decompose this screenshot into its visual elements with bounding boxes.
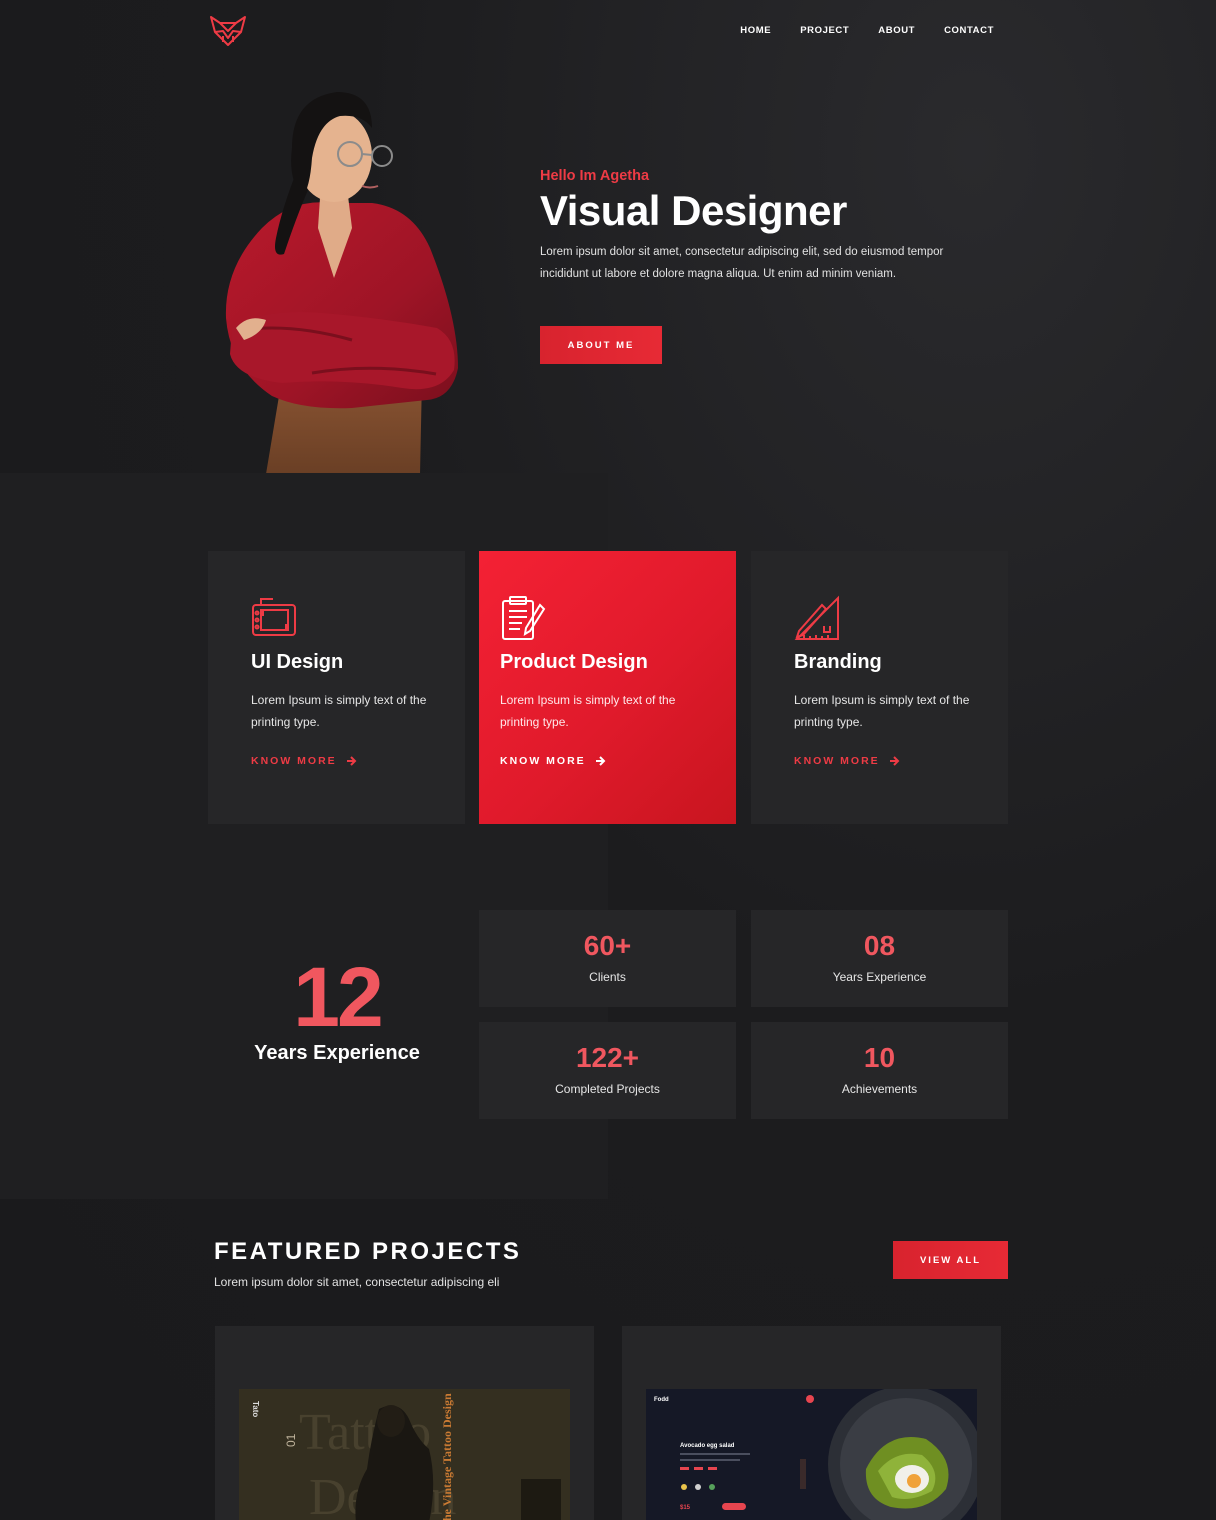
clipboard-icon xyxy=(502,596,546,640)
featured-title: FEATURED PROJECTS xyxy=(214,1238,522,1265)
stat-years-experience: 08 Years Experience xyxy=(751,910,1008,1007)
tablet-icon xyxy=(252,598,296,636)
nav-home[interactable]: HOME xyxy=(740,25,771,36)
project-brand: Tato xyxy=(251,1401,260,1417)
stat-label: Completed Projects xyxy=(555,1082,660,1096)
ruler-pencil-icon xyxy=(794,595,839,640)
project-side-title: The Vintage Tattoo Design xyxy=(440,1393,454,1520)
arrow-right-icon xyxy=(346,756,357,766)
project-card-food[interactable]: Fodd Avocado egg salad $15 xyxy=(622,1326,1001,1520)
featured-subtitle: Lorem ipsum dolor sit amet, consectetur … xyxy=(214,1275,500,1289)
project-brand: Fodd xyxy=(654,1397,669,1403)
project-number: 01 xyxy=(284,1433,298,1447)
tattoo-project-thumbnail: Tattoo Design Tato 01 The Vintage Tattoo… xyxy=(239,1389,570,1520)
stat-label: Achievements xyxy=(841,1082,918,1096)
nav-project[interactable]: PROJECT xyxy=(800,25,849,36)
know-more-label: KNOW MORE xyxy=(500,755,586,767)
service-card-branding[interactable]: Branding Lorem Ipsum is simply text of t… xyxy=(751,551,1008,824)
service-text: Lorem Ipsum is simply text of the printi… xyxy=(794,693,970,729)
nav-about[interactable]: ABOUT xyxy=(878,25,915,36)
know-more-link[interactable]: KNOW MORE xyxy=(251,755,465,767)
view-all-button[interactable]: VIEW ALL xyxy=(893,1241,1008,1279)
know-more-link[interactable]: KNOW MORE xyxy=(500,755,736,767)
hero-description: Lorem ipsum dolor sit amet, consectetur … xyxy=(540,246,944,280)
hero-portrait-image xyxy=(225,92,458,474)
stat-label: Years Experience xyxy=(832,970,927,984)
know-more-link[interactable]: KNOW MORE xyxy=(794,755,1008,767)
dish-title: Avocado egg salad xyxy=(680,1443,735,1449)
main-nav: HOME PROJECT ABOUT CONTACT xyxy=(740,25,994,36)
experience-number: 12 xyxy=(293,950,383,1044)
nav-contact[interactable]: CONTACT xyxy=(944,25,994,36)
service-title: UI Design xyxy=(251,651,344,673)
service-card-ui-design[interactable]: UI Design Lorem Ipsum is simply text of … xyxy=(208,551,465,824)
hero-text: Hello Im Agetha Visual Designer Lorem ip… xyxy=(540,168,970,285)
arrow-right-icon xyxy=(889,756,900,766)
dish-price: $15 xyxy=(680,1505,691,1511)
stat-number: 60+ xyxy=(583,930,632,961)
service-text: Lorem Ipsum is simply text of the printi… xyxy=(251,693,427,729)
know-more-label: KNOW MORE xyxy=(251,755,337,767)
hero-title: Visual Designer xyxy=(540,187,847,234)
arrow-right-icon xyxy=(595,756,606,766)
service-title: Product Design xyxy=(500,651,648,673)
stat-label: Clients xyxy=(589,970,626,984)
stat-number: 08 xyxy=(863,930,896,961)
experience-highlight: 12 Years Experience xyxy=(208,952,466,1065)
food-project-thumbnail: Fodd Avocado egg salad $15 xyxy=(646,1389,977,1520)
service-title: Branding xyxy=(794,651,882,673)
stat-achievements: 10 Achievements xyxy=(751,1022,1008,1119)
stat-clients: 60+ Clients xyxy=(479,910,736,1007)
know-more-label: KNOW MORE xyxy=(794,755,880,767)
stat-number: 10 xyxy=(863,1042,896,1073)
service-card-product-design[interactable]: Product Design Lorem Ipsum is simply tex… xyxy=(479,551,736,824)
project-card-tattoo[interactable]: Tattoo Design Tato 01 The Vintage Tattoo… xyxy=(215,1326,594,1520)
fox-logo-icon[interactable] xyxy=(209,14,247,48)
stat-number: 122+ xyxy=(575,1042,640,1073)
experience-label: Years Experience xyxy=(254,1042,420,1064)
hero-greeting: Hello Im Agetha xyxy=(540,168,650,184)
stat-completed-projects: 122+ Completed Projects xyxy=(479,1022,736,1119)
page: HOME PROJECT ABOUT CONTACT Hello Im Aget… xyxy=(0,0,1216,1520)
about-me-button[interactable]: ABOUT ME xyxy=(540,326,662,364)
service-text: Lorem Ipsum is simply text of the printi… xyxy=(500,693,676,729)
